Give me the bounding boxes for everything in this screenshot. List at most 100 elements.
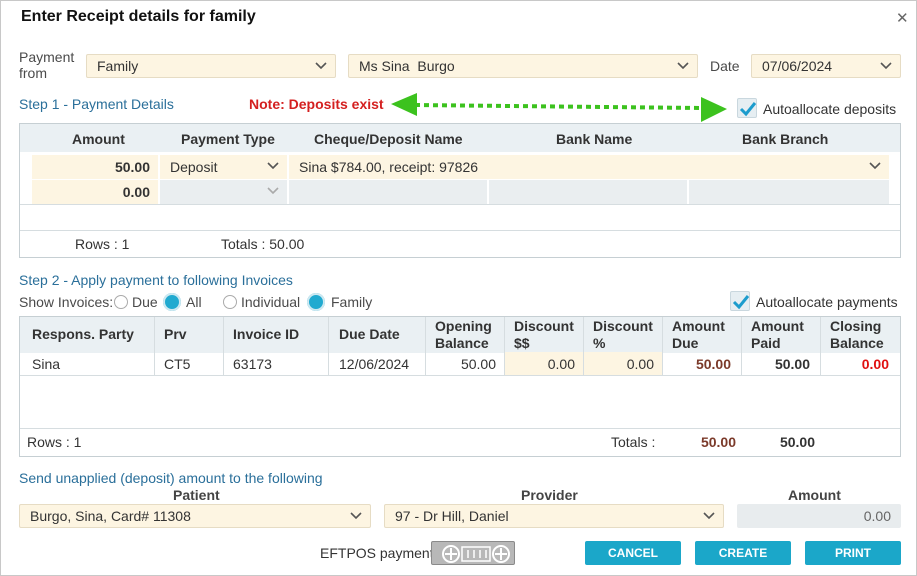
cell-prv: CT5 <box>164 356 191 372</box>
rows-count: Rows : 1 <box>27 434 82 450</box>
totals-label: Totals : <box>611 434 656 450</box>
patient-label: Patient <box>173 487 220 503</box>
provider-select[interactable]: 97 - Dr Hill, Daniel <box>384 504 724 528</box>
col-amount: Amount <box>72 131 125 147</box>
dialog-title: Enter Receipt details for family <box>21 8 256 25</box>
grid-divider <box>20 375 900 376</box>
discount-pct-input[interactable]: 0.00 <box>584 352 662 376</box>
close-icon[interactable]: ✕ <box>896 9 909 27</box>
total-amount-due: 50.00 <box>700 434 736 450</box>
deposit-name-select[interactable]: Sina $784.00, receipt: 97826 <box>289 155 889 179</box>
payment-type-value: Deposit <box>170 159 218 175</box>
chevron-down-icon <box>703 512 715 520</box>
deposits-note: Note: Deposits exist <box>249 96 384 112</box>
col-amount-due-1: Amount <box>672 318 725 334</box>
cell-opening: 50.00 <box>460 356 496 372</box>
col-discount-2: $$ <box>514 335 530 351</box>
autoallocate-deposits-label: Autoallocate deposits <box>763 101 897 117</box>
radio-due-label: Due <box>132 294 158 310</box>
chevron-down-icon <box>677 62 689 70</box>
cancel-button[interactable]: CANCEL <box>585 541 681 565</box>
bank-branch-cell-2[interactable] <box>689 180 889 204</box>
cell-due-date: 12/06/2024 <box>339 356 410 372</box>
radio-family[interactable] <box>307 293 325 311</box>
amount-paid-input[interactable]: 50.00 <box>742 352 810 376</box>
chevron-down-icon <box>315 62 327 70</box>
col-prv: Prv <box>164 326 187 342</box>
col-discount-1: Discount <box>514 318 574 334</box>
chevron-down-icon <box>880 62 892 70</box>
step2-title: Step 2 - Apply payment to following Invo… <box>19 272 293 288</box>
totals-text: Totals : 50.00 <box>221 236 305 252</box>
checkmark-icon <box>739 102 757 117</box>
payer-select[interactable]: Ms Sina Burgo <box>348 54 698 78</box>
amount-input-2[interactable]: 0.00 <box>32 180 158 204</box>
deposit-name-cell-2[interactable] <box>289 180 487 204</box>
payer-value: Ms Sina Burgo <box>359 58 455 74</box>
grid-divider <box>20 230 900 231</box>
step1-title: Step 1 - Payment Details <box>19 96 174 112</box>
bank-name-cell-2[interactable] <box>489 180 687 204</box>
amount-input[interactable]: 50.00 <box>32 155 158 179</box>
provider-value: 97 - Dr Hill, Daniel <box>395 508 509 524</box>
col-closing-1: Closing <box>830 318 882 334</box>
col-closing-2: Balance <box>830 335 884 351</box>
deposit-name-value: Sina $784.00, receipt: 97826 <box>299 159 479 175</box>
invoices-grid: Respons. Party Prv Invoice ID Due Date O… <box>19 316 901 457</box>
cell-amount-due: 50.00 <box>695 356 731 372</box>
payment-type-select[interactable]: Deposit <box>160 155 287 179</box>
print-button[interactable]: PRINT <box>805 541 901 565</box>
col-amount-due-2: Due <box>672 335 699 351</box>
show-invoices-label: Show Invoices: <box>19 294 114 310</box>
col-opening-2: Balance <box>435 335 489 351</box>
provider-label: Provider <box>521 487 578 503</box>
col-amount-paid-1: Amount <box>751 318 804 334</box>
double-arrow-icon <box>391 93 727 122</box>
col-bank-name: Bank Name <box>556 131 633 147</box>
col-discount-pct-1: Discount <box>593 318 653 334</box>
eftpos-button[interactable] <box>431 541 515 565</box>
col-opening-1: Opening <box>435 318 492 334</box>
cell-invoice-id: 63173 <box>233 356 272 372</box>
checkmark-icon <box>732 295 750 310</box>
col-deposit-name: Cheque/Deposit Name <box>314 131 463 147</box>
autoallocate-payments-checkbox[interactable] <box>730 291 750 311</box>
col-divider <box>223 317 224 375</box>
cell-closing: 0.00 <box>861 356 889 372</box>
grid-divider <box>20 204 900 205</box>
autoallocate-deposits-checkbox[interactable] <box>737 98 757 118</box>
col-amount-paid-2: Paid <box>751 335 781 351</box>
payment-details-grid: Amount Payment Type Cheque/Deposit Name … <box>19 123 901 258</box>
date-label: Date <box>710 58 740 74</box>
col-discount-pct-2: % <box>593 335 606 351</box>
date-picker[interactable]: 07/06/2024 <box>751 54 901 78</box>
date-value: 07/06/2024 <box>762 58 833 74</box>
patient-select[interactable]: Burgo, Sina, Card# 11308 <box>19 504 371 528</box>
radio-due[interactable] <box>114 295 128 309</box>
create-button[interactable]: CREATE <box>695 541 791 565</box>
chevron-down-icon <box>869 162 881 170</box>
col-divider <box>154 317 155 375</box>
radio-all-label: All <box>186 294 202 310</box>
chevron-down-icon <box>267 162 279 170</box>
discount-input[interactable]: 0.00 <box>505 352 583 376</box>
payment-type-select-2[interactable] <box>160 180 287 204</box>
patient-value: Burgo, Sina, Card# 11308 <box>30 508 191 524</box>
radio-all[interactable] <box>163 293 181 311</box>
payment-from-label: Payment from <box>19 49 75 81</box>
unapplied-amount-field[interactable]: 0.00 <box>737 504 901 528</box>
col-bank-branch: Bank Branch <box>742 131 829 147</box>
chevron-down-icon <box>267 187 279 195</box>
payment-source-value: Family <box>97 58 139 74</box>
col-invoice-id: Invoice ID <box>233 326 300 342</box>
radio-individual[interactable] <box>223 295 237 309</box>
payment-source-select[interactable]: Family <box>86 54 336 78</box>
autoallocate-payments-label: Autoallocate payments <box>756 294 898 310</box>
col-divider <box>328 317 329 375</box>
radio-family-label: Family <box>331 294 373 310</box>
chevron-down-icon <box>350 512 362 520</box>
col-payment-type: Payment Type <box>181 131 275 147</box>
rows-count: Rows : 1 <box>75 236 130 252</box>
radio-individual-label: Individual <box>241 294 301 310</box>
eftpos-label: EFTPOS payment <box>320 545 434 561</box>
